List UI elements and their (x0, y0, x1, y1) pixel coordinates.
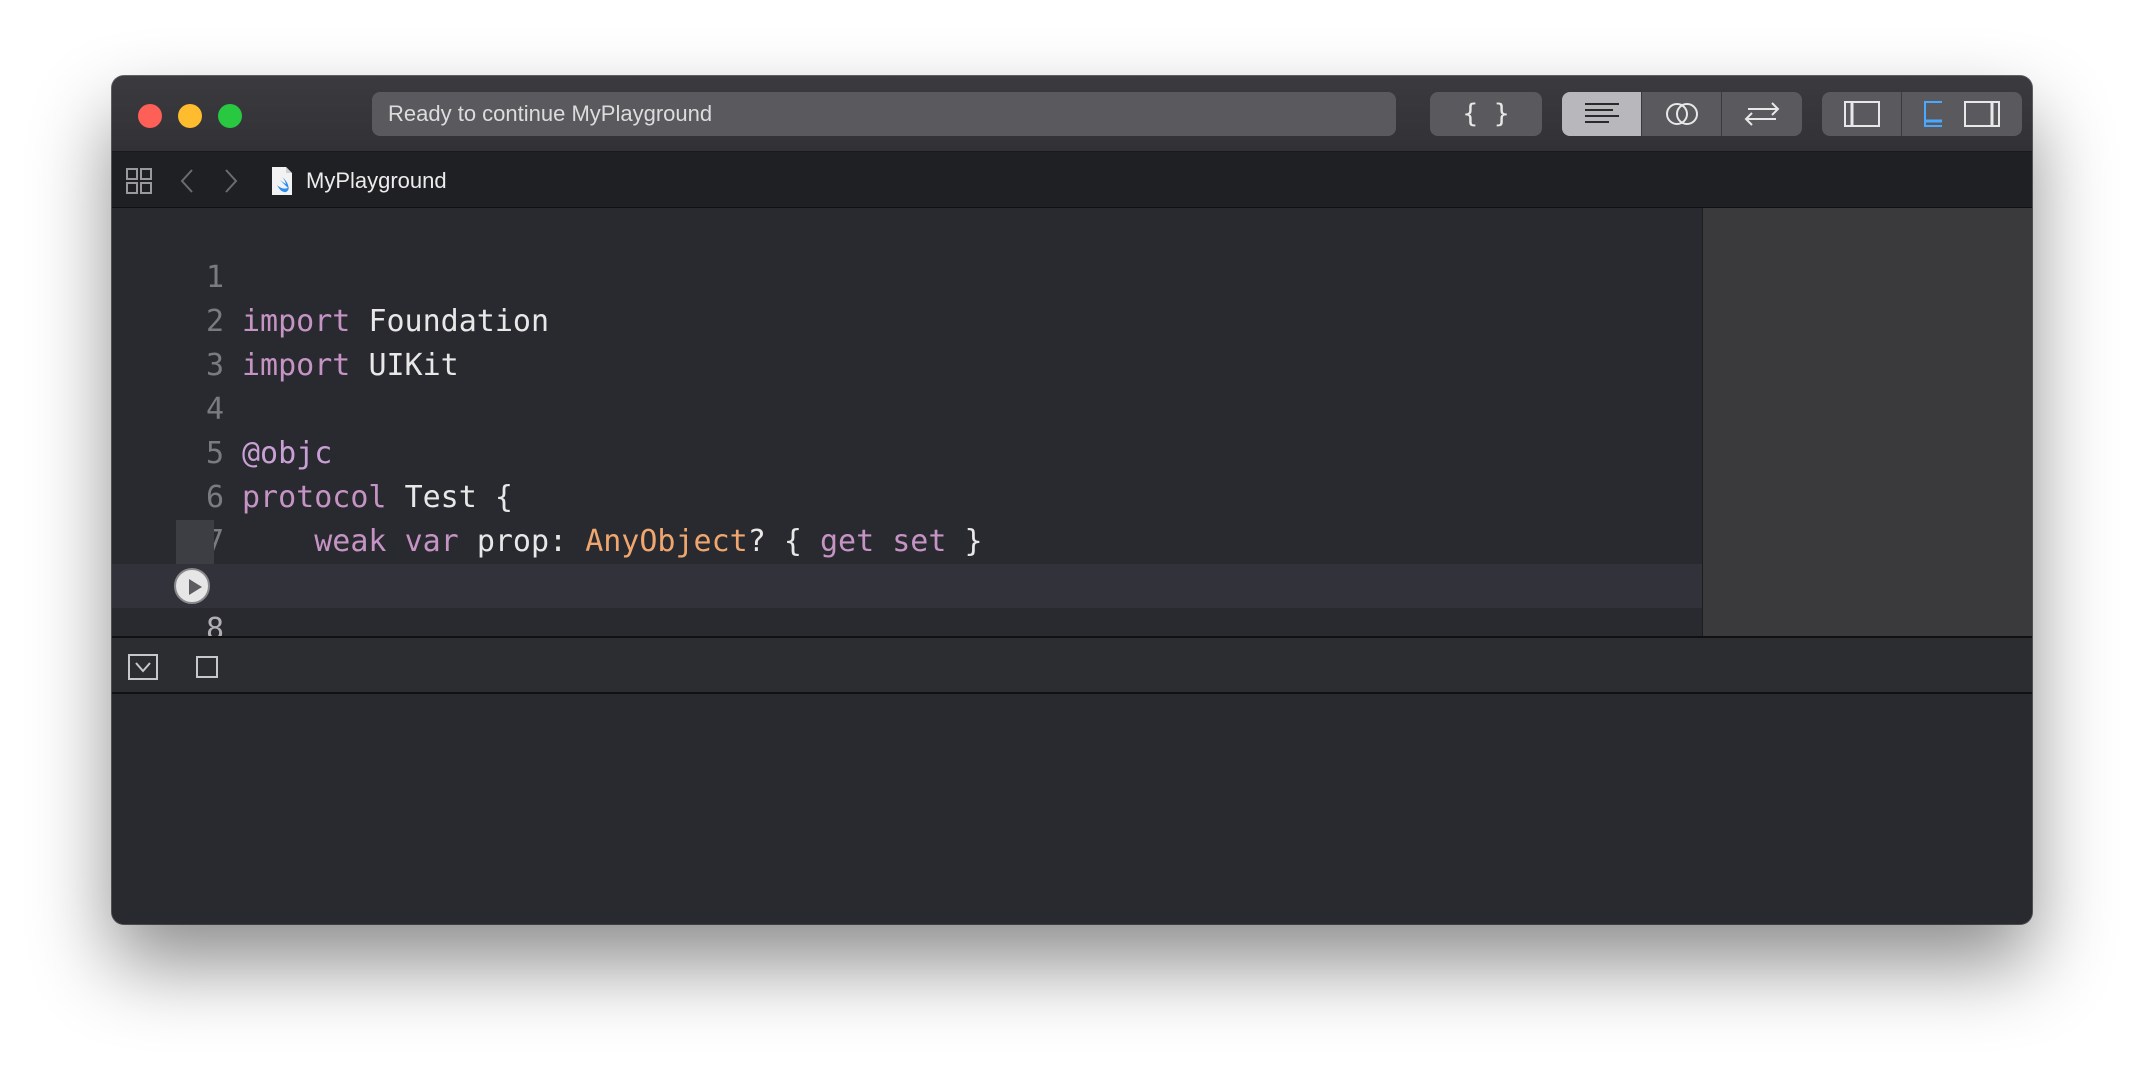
code-snippet-button[interactable]: { } (1430, 92, 1542, 136)
inspector-toggle-icon (1964, 101, 2000, 127)
breadcrumb-file-name[interactable]: MyPlayground (306, 168, 447, 194)
inspector-toggle-button[interactable] (1942, 92, 2022, 136)
code-line: 5 protocol Test { (112, 388, 1702, 515)
related-items-grid-icon[interactable] (126, 168, 152, 194)
clear-console-icon[interactable] (196, 656, 218, 678)
navigator-toggle-icon (1843, 101, 1880, 127)
back-chevron-icon[interactable] (178, 168, 196, 194)
zoom-window-button[interactable] (218, 104, 242, 128)
activity-status: Ready to continue MyPlayground (372, 92, 1396, 136)
current-line-number-highlight (176, 520, 214, 564)
code-line: 2 import UIKit (112, 256, 1702, 383)
toolbar: Ready to continue MyPlayground { } (112, 76, 2032, 152)
minimize-window-button[interactable] (178, 104, 202, 128)
code-snippet-group: { } (1430, 92, 1542, 136)
version-editor-button[interactable] (1722, 92, 1802, 136)
jump-bar: MyPlayground (112, 152, 2032, 208)
forward-chevron-icon[interactable] (222, 168, 240, 194)
console-output[interactable] (112, 694, 2032, 924)
code-line: 3 (112, 300, 1702, 383)
close-window-button[interactable] (138, 104, 162, 128)
navigator-toggle-button[interactable] (1822, 92, 1902, 136)
results-sidebar (1702, 208, 2032, 636)
version-editor-icon (1744, 102, 1780, 126)
swift-file-icon (272, 167, 292, 195)
code-line: 7 } (112, 476, 1702, 603)
code-line: 1 import Foundation (112, 212, 1702, 339)
standard-editor-button[interactable] (1562, 92, 1642, 136)
code-line: 4 @objc (112, 344, 1702, 471)
standard-editor-icon (1584, 103, 1619, 123)
code-line: 8 (112, 520, 1702, 647)
assistant-editor-icon (1665, 103, 1698, 125)
assistant-editor-button[interactable] (1642, 92, 1722, 136)
hide-debug-area-icon[interactable] (128, 654, 158, 680)
current-line[interactable] (112, 564, 1702, 608)
playground-window: Ready to continue MyPlayground { } MyPla… (112, 76, 2032, 924)
editor-mode-group (1562, 92, 1802, 136)
code-line: 6 weak var prop: AnyObject? { get set } (112, 432, 1702, 559)
debug-area-bar (112, 636, 2032, 694)
source-editor[interactable]: 1 import Foundation 2 import UIKit 3 4 @… (112, 208, 1702, 647)
inspector-toggle-group (1942, 92, 2022, 136)
run-playground-button[interactable] (174, 568, 210, 604)
braces-icon: { } (1462, 99, 1510, 129)
